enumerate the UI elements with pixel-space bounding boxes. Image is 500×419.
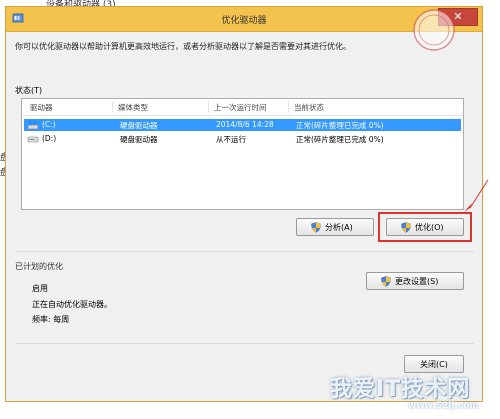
stamp-icon [413,9,455,51]
site-watermark: 我爱IT技术网 [330,377,471,402]
site-watermark-url: www.52ij.com [408,401,479,411]
annotation-arrow-icon [464,179,489,212]
